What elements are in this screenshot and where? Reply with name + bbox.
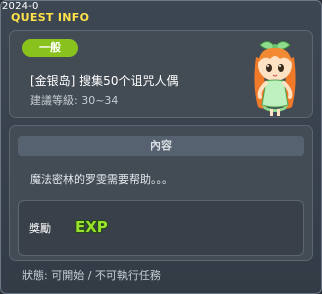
titlebar[interactable]: 2024-0 QUEST INFO: [1, 1, 321, 25]
quest-content-panel: 內容 魔法密林的罗雯需要帮助。。。 獎勵 EXP: [9, 125, 313, 261]
recommended-level: 建議等級: 30~34: [30, 94, 119, 107]
quest-info-window: 2024-0 QUEST INFO 一般 [金银岛] 搜集50个诅咒人偶 建議等…: [0, 0, 322, 294]
window-title: QUEST INFO: [11, 11, 90, 24]
exp-icon-text: EXP: [75, 218, 108, 236]
reward-box: 獎勵 EXP: [18, 200, 304, 256]
quest-category-badge: 一般: [22, 39, 78, 57]
quest-name: [金银岛] 搜集50个诅咒人偶: [30, 74, 179, 88]
quest-description: 魔法密林的罗雯需要帮助。。。: [30, 173, 173, 186]
quest-summary-panel: 一般 [金银岛] 搜集50个诅咒人偶 建議等級: 30~34: [9, 30, 313, 118]
exp-icon: EXP: [74, 217, 108, 237]
npc-portrait: [254, 41, 296, 116]
content-section-header: 內容: [18, 136, 304, 156]
reward-label: 獎勵: [29, 222, 51, 235]
quest-status: 狀態: 可開始 / 不可執行任務: [22, 269, 161, 282]
